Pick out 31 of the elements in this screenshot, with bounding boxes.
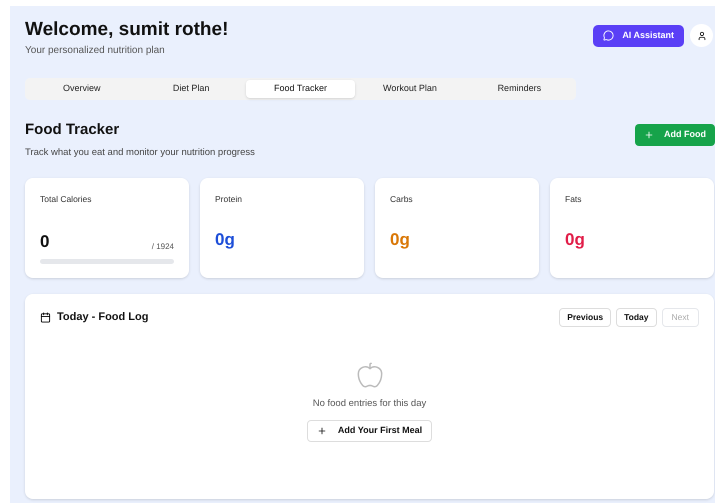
- stat-value: 0g: [215, 229, 236, 252]
- calendar-icon: [40, 312, 51, 322]
- profile-button[interactable]: [690, 24, 713, 47]
- stat-label: Total Calories: [40, 192, 92, 206]
- page-subtitle: Your personalized nutrition plan: [25, 44, 166, 58]
- tab[interactable]: Workout Plan: [355, 80, 465, 98]
- tab[interactable]: Food Tracker: [246, 80, 356, 98]
- stat-value: 0g: [565, 229, 586, 252]
- nav-button[interactable]: Previous: [559, 308, 612, 326]
- user-icon: [696, 30, 706, 40]
- stat-label: Protein: [215, 192, 243, 206]
- tab[interactable]: Overview: [27, 80, 136, 98]
- tab[interactable]: Reminders: [464, 80, 574, 98]
- tab[interactable]: Diet Plan: [136, 80, 246, 98]
- stat-label: Carbs: [390, 192, 414, 206]
- plus-icon: [316, 426, 327, 436]
- section-description: Track what you eat and monitor your nutrition progress: [25, 146, 255, 160]
- stat-value: 0g: [390, 229, 411, 252]
- plus-icon: [644, 130, 654, 140]
- empty-message: No food entries for this day: [312, 396, 426, 410]
- food-log-title: Today - Food Log: [57, 310, 148, 325]
- assistant-button[interactable]: AI Assistant: [593, 24, 684, 46]
- section-title: Food Tracker: [25, 120, 120, 140]
- chat-icon: [603, 30, 614, 41]
- add-meal-button[interactable]: Add Your First Meal: [306, 420, 432, 442]
- page-title: Welcome, sumit rothe!: [25, 18, 228, 42]
- stat-value: 0: [40, 231, 50, 254]
- apple-icon: [356, 360, 384, 388]
- stat-target: / 1924: [152, 240, 174, 253]
- stat-label: Fats: [565, 192, 583, 206]
- nav-button[interactable]: Today: [616, 308, 657, 326]
